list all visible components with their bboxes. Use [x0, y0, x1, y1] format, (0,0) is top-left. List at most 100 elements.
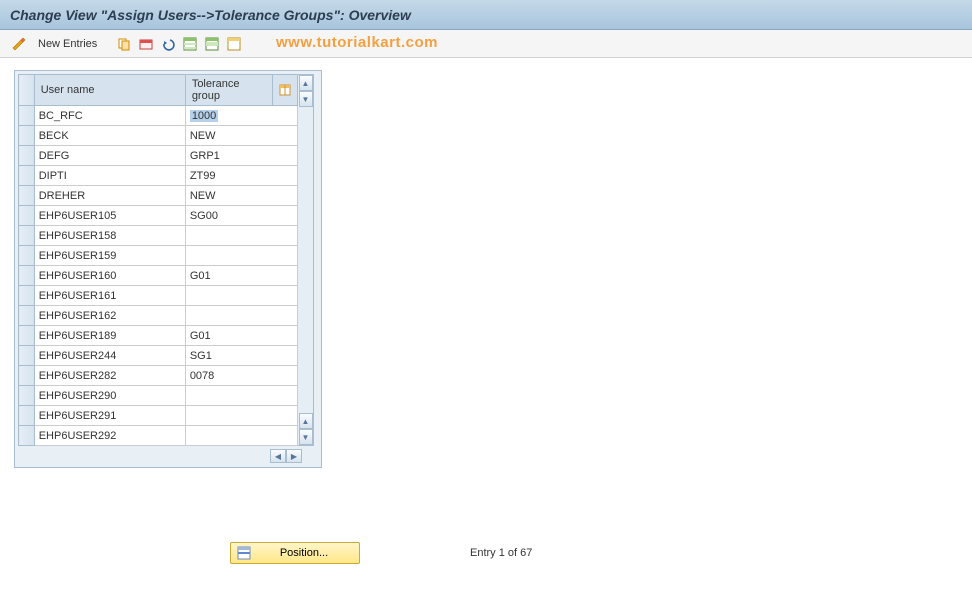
undo-icon [161, 37, 175, 51]
row-selector[interactable] [19, 146, 35, 166]
tolerance-group-cell[interactable]: NEW [185, 186, 297, 206]
scroll-down-button-top[interactable]: ▼ [299, 91, 313, 107]
tolerance-group-cell[interactable]: ZT99 [185, 166, 297, 186]
row-selector[interactable] [19, 266, 35, 286]
tolerance-group-cell[interactable] [185, 386, 297, 406]
user-name-cell[interactable]: EHP6USER158 [34, 226, 185, 246]
row-selector[interactable] [19, 346, 35, 366]
table-row: EHP6USER160G01 [19, 266, 298, 286]
tolerance-group-cell[interactable]: NEW [185, 126, 297, 146]
tolerance-group-cell[interactable] [185, 426, 297, 446]
copy-icon [117, 37, 131, 51]
tolerance-group-cell[interactable] [185, 246, 297, 266]
column-header-user[interactable]: User name [34, 75, 185, 106]
tolerance-group-cell[interactable]: G01 [185, 326, 297, 346]
user-name-cell[interactable]: DIPTI [34, 166, 185, 186]
toggle-display-change-button[interactable] [10, 35, 28, 53]
content-area: User name Tolerance group BC_RFC1000BECK… [0, 58, 972, 480]
row-selector[interactable] [19, 406, 35, 426]
user-name-cell[interactable]: EHP6USER105 [34, 206, 185, 226]
table-container: User name Tolerance group BC_RFC1000BECK… [14, 70, 322, 468]
table-row: DEFGGRP1 [19, 146, 298, 166]
table-config-button[interactable] [272, 75, 297, 106]
user-name-cell[interactable]: EHP6USER160 [34, 266, 185, 286]
tolerance-group-cell[interactable]: SG00 [185, 206, 297, 226]
user-name-cell[interactable]: EHP6USER244 [34, 346, 185, 366]
column-header-tol[interactable]: Tolerance group [185, 75, 272, 106]
tolerance-group-cell[interactable] [185, 406, 297, 426]
user-name-cell[interactable]: EHP6USER282 [34, 366, 185, 386]
row-selector[interactable] [19, 326, 35, 346]
tolerance-group-cell[interactable] [185, 306, 297, 326]
select-block-button[interactable] [203, 35, 221, 53]
pencil-glasses-icon [11, 36, 27, 52]
row-selector[interactable] [19, 206, 35, 226]
tolerance-group-cell[interactable] [185, 286, 297, 306]
tolerance-group-cell[interactable] [185, 226, 297, 246]
user-name-cell[interactable]: EHP6USER290 [34, 386, 185, 406]
scroll-left-button[interactable]: ◀ [270, 449, 286, 463]
row-selector[interactable] [19, 426, 35, 446]
new-entries-button[interactable]: New Entries [32, 36, 103, 52]
user-name-cell[interactable]: BECK [34, 126, 185, 146]
scroll-right-button[interactable]: ▶ [286, 449, 302, 463]
row-selector[interactable] [19, 106, 35, 126]
user-name-cell[interactable]: EHP6USER159 [34, 246, 185, 266]
delete-row-icon [139, 37, 153, 51]
row-selector[interactable] [19, 186, 35, 206]
select-all-button[interactable] [181, 35, 199, 53]
user-name-cell[interactable]: EHP6USER189 [34, 326, 185, 346]
page-title: Change View "Assign Users-->Tolerance Gr… [10, 7, 411, 23]
row-selector[interactable] [19, 166, 35, 186]
user-name-cell[interactable]: EHP6USER291 [34, 406, 185, 426]
watermark-text: www.tutorialkart.com [276, 34, 438, 51]
scroll-down-button[interactable]: ▼ [299, 429, 313, 445]
scrollbar-thumb-placeholder [299, 107, 313, 123]
vertical-scrollbar[interactable]: ▲ ▼ ▲ ▼ [298, 74, 314, 446]
row-selector[interactable] [19, 226, 35, 246]
table-row: DREHERNEW [19, 186, 298, 206]
tolerance-group-cell[interactable]: 1000 [185, 106, 297, 126]
row-selector[interactable] [19, 306, 35, 326]
row-selector[interactable] [19, 246, 35, 266]
toolbar: New Entries [0, 30, 972, 58]
position-button[interactable]: Position... [230, 542, 360, 564]
tolerance-group-cell[interactable]: 0078 [185, 366, 297, 386]
user-name-cell[interactable]: EHP6USER292 [34, 426, 185, 446]
footer-bar: Position... Entry 1 of 67 [0, 542, 972, 564]
table-row: BC_RFC1000 [19, 106, 298, 126]
row-selector[interactable] [19, 366, 35, 386]
table-settings-icon [279, 84, 291, 96]
horizontal-scrollbar[interactable]: ◀ ▶ [18, 448, 318, 464]
table-row: DIPTIZT99 [19, 166, 298, 186]
row-selector[interactable] [19, 286, 35, 306]
table-row: EHP6USER105SG00 [19, 206, 298, 226]
user-name-cell[interactable]: EHP6USER161 [34, 286, 185, 306]
table-row: EHP6USER158 [19, 226, 298, 246]
tolerance-group-cell[interactable]: SG1 [185, 346, 297, 366]
table-row: EHP6USER159 [19, 246, 298, 266]
user-name-cell[interactable]: DEFG [34, 146, 185, 166]
select-all-rows[interactable] [19, 75, 35, 106]
copy-as-button[interactable] [115, 35, 133, 53]
row-selector[interactable] [19, 126, 35, 146]
delete-button[interactable] [137, 35, 155, 53]
row-selector[interactable] [19, 386, 35, 406]
scroll-up-button-bottom[interactable]: ▲ [299, 413, 313, 429]
user-name-cell[interactable]: BC_RFC [34, 106, 185, 126]
user-name-cell[interactable]: DREHER [34, 186, 185, 206]
table-row: EHP6USER292 [19, 426, 298, 446]
table-row: EHP6USER291 [19, 406, 298, 426]
deselect-all-button[interactable] [225, 35, 243, 53]
table-row: EHP6USER244SG1 [19, 346, 298, 366]
tolerance-group-cell[interactable]: GRP1 [185, 146, 297, 166]
tolerance-group-cell[interactable]: G01 [185, 266, 297, 286]
user-name-cell[interactable]: EHP6USER162 [34, 306, 185, 326]
deselect-all-icon [227, 37, 241, 51]
select-all-icon [183, 37, 197, 51]
window-header: Change View "Assign Users-->Tolerance Gr… [0, 0, 972, 30]
table-row: EHP6USER162 [19, 306, 298, 326]
undo-button[interactable] [159, 35, 177, 53]
scroll-up-button[interactable]: ▲ [299, 75, 313, 91]
table-row: EHP6USER290 [19, 386, 298, 406]
